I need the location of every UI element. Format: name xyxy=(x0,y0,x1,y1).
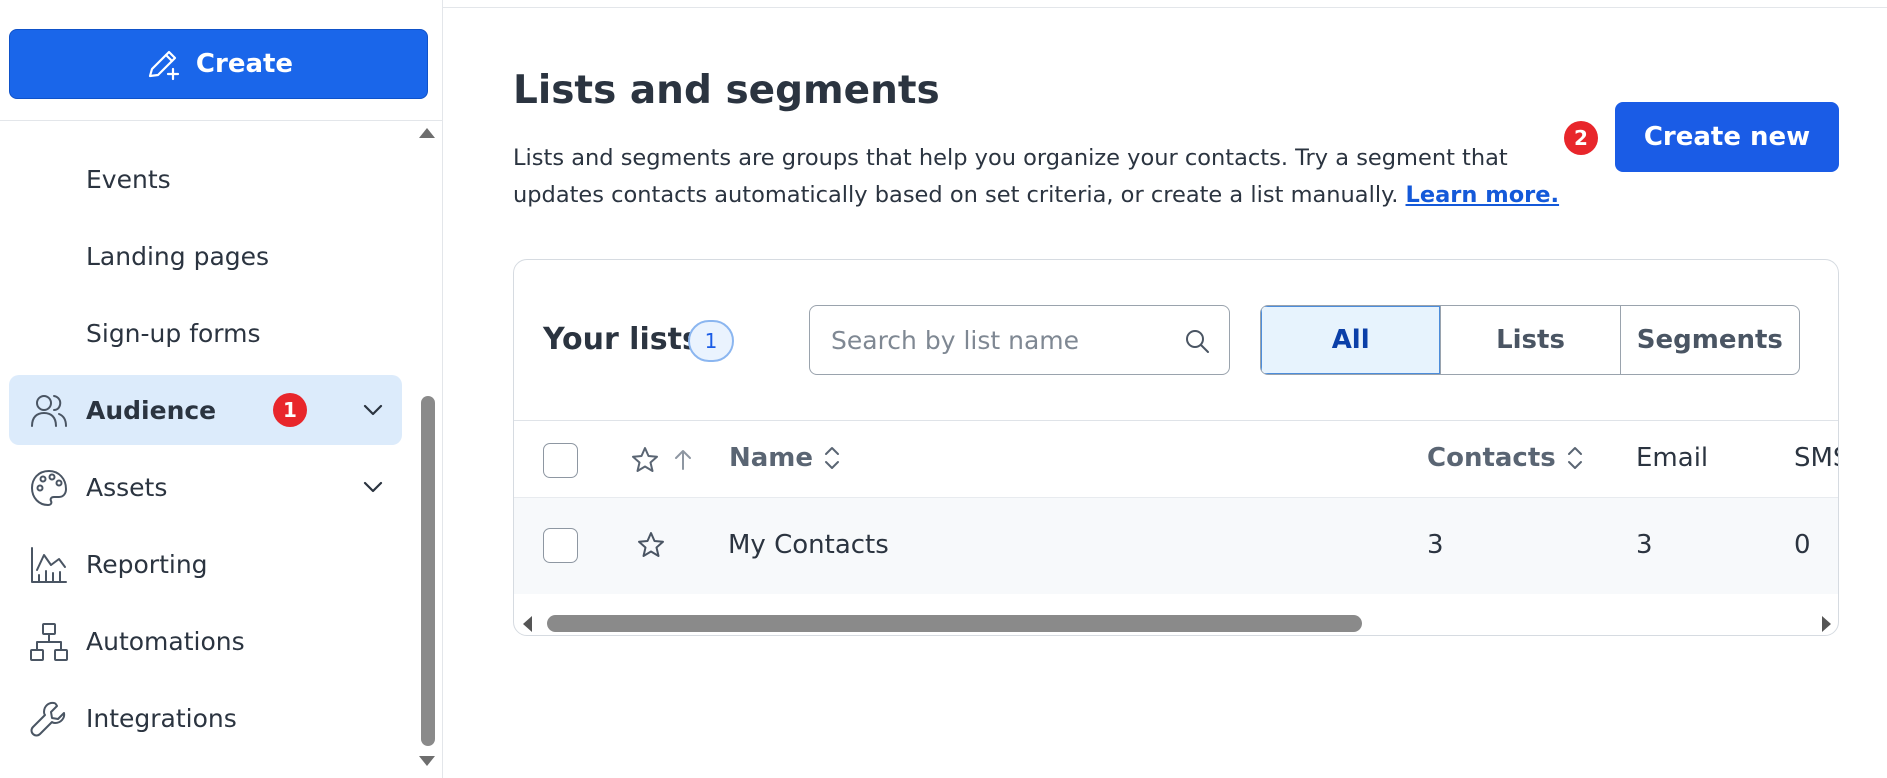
sort-icon xyxy=(1567,447,1582,469)
step-badge: 2 xyxy=(1564,121,1598,155)
create-button[interactable]: Create xyxy=(9,29,428,99)
sidebar-item-sign-up-forms[interactable]: Sign-up forms xyxy=(9,298,402,368)
column-header-label: Name xyxy=(729,443,814,473)
arrow-up-icon[interactable] xyxy=(670,447,696,473)
table-scroll-left[interactable] xyxy=(523,616,532,632)
sidebar-scroll-up[interactable] xyxy=(419,128,435,138)
create-new-button[interactable]: Create new xyxy=(1615,102,1839,172)
column-header-label: Email xyxy=(1636,443,1709,473)
header-divider xyxy=(443,7,1887,8)
filter-segmented-control: All Lists Segments xyxy=(1260,305,1800,375)
flow-icon xyxy=(30,623,68,661)
sidebar-divider xyxy=(0,120,443,121)
sidebar-item-label: Assets xyxy=(86,472,168,502)
sidebar-item-label: Landing pages xyxy=(86,241,270,271)
sidebar-item-label: Integrations xyxy=(86,703,237,733)
filter-lists[interactable]: Lists xyxy=(1440,306,1619,374)
table-horizontal-scrollbar[interactable] xyxy=(547,615,1362,632)
lists-card: Your lists 1 All Lists Segments Name Con… xyxy=(513,259,1839,636)
table-scroll-right[interactable] xyxy=(1822,616,1831,632)
filter-all[interactable]: All xyxy=(1261,306,1441,374)
column-header-email: Email xyxy=(1636,443,1708,473)
sidebar: Create Events Landing pages Sign-up form… xyxy=(0,0,443,778)
column-header-name[interactable]: Name xyxy=(729,443,843,473)
lists-title: Your lists xyxy=(543,322,700,357)
row-name[interactable]: My Contacts xyxy=(728,530,889,560)
star-icon[interactable] xyxy=(636,530,666,560)
users-icon xyxy=(31,395,67,427)
sidebar-item-landing-pages[interactable]: Landing pages xyxy=(9,221,402,291)
sidebar-nav: Events Landing pages Sign-up forms Audie… xyxy=(9,144,402,760)
chevron-down-icon[interactable] xyxy=(360,474,386,500)
sidebar-item-events[interactable]: Events xyxy=(9,144,402,214)
sidebar-item-automations[interactable]: Automations xyxy=(9,606,402,676)
row-sms: 0 xyxy=(1794,530,1811,560)
star-icon[interactable] xyxy=(630,445,660,475)
palette-icon xyxy=(30,469,68,507)
create-button-label: Create xyxy=(195,49,294,79)
column-header-contacts[interactable]: Contacts xyxy=(1427,443,1586,473)
row-email: 3 xyxy=(1636,530,1653,560)
table-header: Name Contacts Email SMS xyxy=(514,420,1838,498)
chart-icon xyxy=(31,547,67,583)
sidebar-scrollbar[interactable] xyxy=(421,396,435,746)
search-box xyxy=(809,305,1230,375)
row-contacts: 3 xyxy=(1427,530,1444,560)
sidebar-item-audience[interactable]: Audience 1 xyxy=(9,375,402,445)
table-row[interactable]: My Contacts 3 3 0 xyxy=(514,498,1838,594)
chevron-down-icon[interactable] xyxy=(360,397,386,423)
sort-icon xyxy=(825,447,840,469)
sidebar-item-label: Automations xyxy=(86,626,245,656)
sidebar-item-integrations[interactable]: Integrations xyxy=(9,683,402,753)
sidebar-item-label: Events xyxy=(86,164,171,194)
search-input[interactable] xyxy=(831,325,1171,355)
audience-badge: 1 xyxy=(273,393,307,427)
search-icon[interactable] xyxy=(1183,327,1211,355)
sidebar-item-label: Audience xyxy=(86,395,217,425)
lists-count-badge: 1 xyxy=(688,320,734,362)
page-title: Lists and segments xyxy=(513,68,940,113)
page-description: Lists and segments are groups that help … xyxy=(513,140,1563,214)
filter-segments[interactable]: Segments xyxy=(1619,306,1799,374)
sidebar-scroll-down[interactable] xyxy=(419,756,435,766)
sidebar-item-reporting[interactable]: Reporting xyxy=(9,529,402,599)
sidebar-item-label: Sign-up forms xyxy=(86,318,261,348)
sidebar-item-label: Reporting xyxy=(86,549,208,579)
row-checkbox[interactable] xyxy=(543,528,578,563)
pencil-plus-icon xyxy=(148,50,180,81)
column-header-sms: SMS xyxy=(1794,443,1838,473)
column-header-label: SMS xyxy=(1794,443,1838,473)
column-header-label: Contacts xyxy=(1427,443,1556,473)
select-all-checkbox[interactable] xyxy=(543,443,578,478)
description-text: Lists and segments are groups that help … xyxy=(513,145,1508,208)
sidebar-item-assets[interactable]: Assets xyxy=(9,452,402,522)
learn-more-link[interactable]: Learn more. xyxy=(1406,182,1560,208)
wrench-icon xyxy=(30,701,66,737)
